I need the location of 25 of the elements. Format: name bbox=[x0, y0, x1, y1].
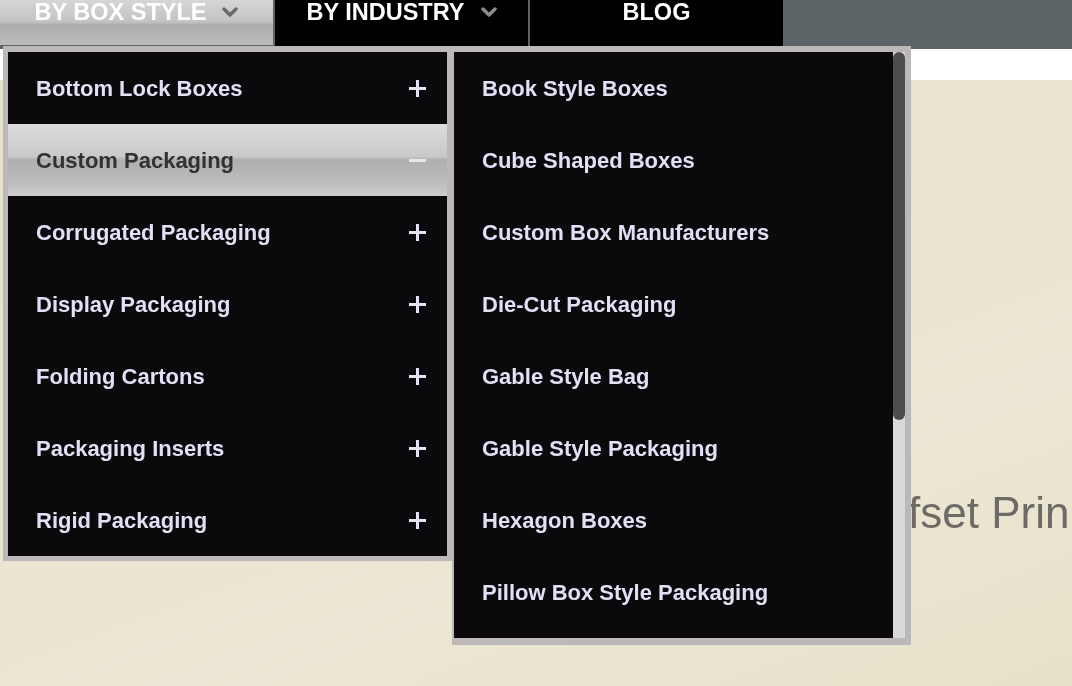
plus-icon bbox=[409, 295, 426, 313]
submenu-item[interactable]: Gable Style Bag bbox=[454, 340, 893, 412]
plus-icon bbox=[409, 79, 426, 97]
submenu-item[interactable]: Gable Style Packaging bbox=[454, 412, 893, 484]
submenu-item[interactable]: Hexagon Boxes bbox=[454, 484, 893, 556]
hero-heading: fset Prin bbox=[908, 491, 1070, 535]
menu-item[interactable]: Bottom Lock Boxes bbox=[8, 52, 447, 124]
menu-item[interactable]: Rigid Packaging bbox=[8, 484, 447, 556]
submenu-item[interactable]: Custom Box Manufacturers bbox=[454, 196, 893, 268]
menu-item[interactable]: Custom Packaging bbox=[8, 124, 447, 196]
plus-icon bbox=[409, 223, 426, 241]
menu-item[interactable]: Corrugated Packaging bbox=[8, 196, 447, 268]
nav-tab[interactable]: BLOG bbox=[530, 0, 783, 46]
plus-icon bbox=[409, 439, 426, 457]
submenu-item[interactable]: Pillow Box Style Packaging bbox=[454, 556, 893, 628]
menu-item[interactable]: Packaging Inserts bbox=[8, 412, 447, 484]
menu-item[interactable]: Folding Cartons bbox=[8, 340, 447, 412]
nav-tab[interactable]: BY INDUSTRY bbox=[275, 0, 528, 46]
plus-icon bbox=[409, 367, 426, 385]
plus-icon bbox=[409, 511, 426, 529]
scrollbar-thumb[interactable] bbox=[893, 52, 905, 420]
menu-item[interactable]: Display Packaging bbox=[8, 268, 447, 340]
submenu-item[interactable]: Cube Shaped Boxes bbox=[454, 124, 893, 196]
submenu-item[interactable]: Die-Cut Packaging bbox=[454, 268, 893, 340]
submenu-item[interactable]: Book Style Boxes bbox=[454, 52, 893, 124]
